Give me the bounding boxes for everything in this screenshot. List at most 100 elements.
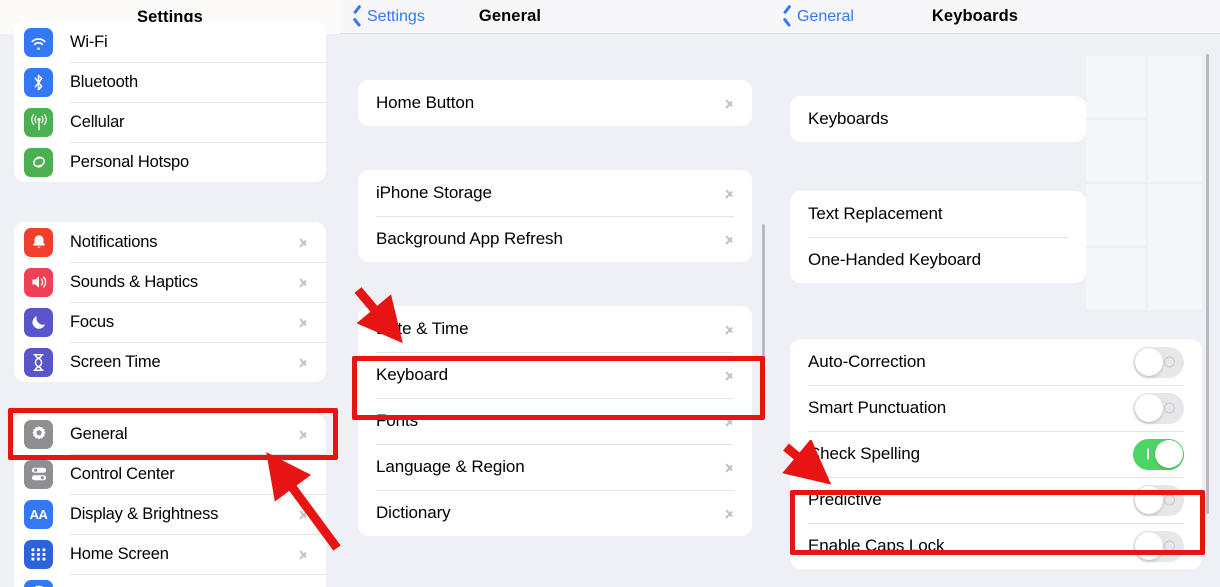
sidebar-item-display-brightness[interactable]: AA Display & Brightness bbox=[14, 494, 326, 534]
sidebar-item-personal-hotspot[interactable]: Personal Hotspo bbox=[14, 142, 326, 182]
moon-icon bbox=[24, 307, 53, 337]
general-group-3: Date & Time Keyboard Fonts Language & Re… bbox=[358, 306, 752, 536]
row-label: Keyboard bbox=[376, 365, 448, 384]
keyboards-item-enable-caps-lock[interactable]: Enable Caps Lock bbox=[790, 523, 1202, 569]
sidebar-item-screen-time[interactable]: Screen Time bbox=[14, 342, 326, 382]
control-center-icon bbox=[24, 459, 53, 489]
general-item-dictionary[interactable]: Dictionary bbox=[358, 490, 752, 536]
sidebar-item-label: Screen Time bbox=[70, 352, 161, 371]
back-to-general-button[interactable]: General bbox=[770, 8, 854, 26]
overlay-patch bbox=[1086, 248, 1146, 310]
row-label: Fonts bbox=[376, 411, 419, 430]
overlay-patch bbox=[1086, 184, 1146, 246]
keyboards-item-check-spelling[interactable]: Check Spelling bbox=[790, 431, 1202, 477]
chevron-right-icon bbox=[299, 466, 310, 483]
sidebar-item-accessibility[interactable] bbox=[14, 574, 326, 587]
keyboards-group-2: Text Replacement One-Handed Keyboard bbox=[790, 191, 1086, 283]
sidebar-item-control-center[interactable]: Control Center bbox=[14, 454, 326, 494]
hotspot-icon bbox=[24, 147, 53, 177]
check-spelling-toggle[interactable] bbox=[1133, 438, 1184, 470]
sidebar-item-sounds-haptics[interactable]: Sounds & Haptics bbox=[14, 262, 326, 302]
row-label: Home Button bbox=[376, 93, 475, 112]
keyboards-scroll-area[interactable]: Keyboards Text Replacement One-Handed Ke… bbox=[770, 34, 1220, 587]
general-title: General bbox=[478, 7, 542, 25]
keyboards-item-text-replacement[interactable]: Text Replacement bbox=[790, 191, 1086, 237]
chevron-right-icon bbox=[299, 546, 310, 563]
keyboards-item-predictive[interactable]: Predictive bbox=[790, 477, 1202, 523]
general-item-fonts[interactable]: Fonts bbox=[358, 398, 752, 444]
sidebar-item-label: Control Center bbox=[70, 464, 175, 483]
sidebar-item-home-screen[interactable]: Home Screen bbox=[14, 534, 326, 574]
general-scroll-area[interactable]: Home Button iPhone Storage Background Ap… bbox=[340, 34, 770, 587]
chevron-left-icon bbox=[352, 8, 363, 26]
hourglass-icon bbox=[24, 347, 53, 377]
general-scrollbar[interactable] bbox=[762, 224, 765, 399]
sidebar-item-bluetooth[interactable]: Bluetooth bbox=[14, 62, 326, 102]
keyboards-navbar: General Keyboards bbox=[770, 0, 1220, 34]
sidebar-item-label: Focus bbox=[70, 312, 114, 331]
row-label: Language & Region bbox=[376, 457, 525, 476]
general-navbar: Settings General bbox=[340, 0, 770, 34]
sidebar-item-label: Sounds & Haptics bbox=[70, 272, 198, 291]
general-item-keyboard[interactable]: Keyboard bbox=[358, 352, 752, 398]
row-label: One-Handed Keyboard bbox=[808, 250, 981, 269]
sidebar-item-label: Notifications bbox=[70, 232, 158, 251]
sidebar-item-focus[interactable]: Focus bbox=[14, 302, 326, 342]
predictive-toggle[interactable] bbox=[1133, 484, 1184, 516]
general-item-iphone-storage[interactable]: iPhone Storage bbox=[358, 170, 752, 216]
sidebar-group-system: General Control Center AA Display & Brig… bbox=[14, 414, 326, 587]
enable-caps-lock-toggle[interactable] bbox=[1133, 530, 1184, 562]
keyboards-item-one-handed-keyboard[interactable]: One-Handed Keyboard bbox=[790, 237, 1086, 283]
chevron-right-icon bbox=[299, 506, 310, 523]
general-group-1: Home Button bbox=[358, 80, 752, 126]
chevron-right-icon bbox=[725, 505, 736, 522]
back-to-settings-button[interactable]: Settings bbox=[340, 8, 425, 26]
sidebar-item-notifications[interactable]: Notifications bbox=[14, 222, 326, 262]
speaker-icon bbox=[24, 267, 53, 297]
wifi-icon bbox=[24, 27, 53, 57]
keyboards-title: Keyboards bbox=[931, 7, 1019, 25]
row-label: Enable Caps Lock bbox=[808, 536, 945, 555]
sidebar-item-wifi[interactable]: Wi-Fi bbox=[14, 22, 326, 62]
chevron-right-icon bbox=[299, 426, 310, 443]
sidebar-item-label: Display & Brightness bbox=[70, 504, 219, 523]
keyboards-item-auto-correction[interactable]: Auto-Correction bbox=[790, 339, 1202, 385]
keyboards-column: General Keyboards Keyboards Text Replace… bbox=[770, 0, 1220, 587]
auto-correction-toggle[interactable] bbox=[1133, 346, 1184, 378]
general-item-background-app-refresh[interactable]: Background App Refresh bbox=[358, 216, 752, 262]
keyboards-item-keyboards[interactable]: Keyboards bbox=[790, 96, 1086, 142]
row-label: Keyboards bbox=[808, 109, 889, 128]
overlay-patch bbox=[1148, 184, 1202, 310]
screenshot-root: Settings Wi-Fi Bluetooth Cellular Person… bbox=[0, 0, 1220, 587]
sidebar-item-general[interactable]: General bbox=[14, 414, 326, 454]
sidebar-item-cellular[interactable]: Cellular bbox=[14, 102, 326, 142]
chevron-left-icon bbox=[782, 8, 793, 26]
row-label: Check Spelling bbox=[808, 444, 920, 463]
general-item-date-time[interactable]: Date & Time bbox=[358, 306, 752, 352]
sidebar-item-label: General bbox=[70, 424, 128, 443]
smart-punctuation-toggle[interactable] bbox=[1133, 392, 1184, 424]
keyboards-scrollbar[interactable] bbox=[1206, 54, 1209, 514]
row-label: Date & Time bbox=[376, 319, 469, 338]
sidebar-scroll-area[interactable]: Wi-Fi Bluetooth Cellular Personal Hotspo… bbox=[0, 22, 340, 587]
overlay-patch bbox=[1086, 56, 1146, 118]
chevron-right-icon bbox=[725, 367, 736, 384]
keyboards-item-smart-punctuation[interactable]: Smart Punctuation bbox=[790, 385, 1202, 431]
sidebar-group-connectivity: Wi-Fi Bluetooth Cellular Personal Hotspo bbox=[14, 22, 326, 182]
overlay-patch bbox=[1148, 56, 1202, 182]
chevron-right-icon bbox=[725, 459, 736, 476]
display-brightness-icon: AA bbox=[24, 499, 53, 529]
sidebar-item-label: Cellular bbox=[70, 112, 125, 131]
sidebar-item-label: Bluetooth bbox=[70, 72, 138, 91]
accessibility-icon bbox=[24, 579, 53, 587]
general-item-language-region[interactable]: Language & Region bbox=[358, 444, 752, 490]
chevron-right-icon bbox=[725, 185, 736, 202]
general-item-home-button[interactable]: Home Button bbox=[358, 80, 752, 126]
chevron-right-icon bbox=[725, 95, 736, 112]
row-label: Dictionary bbox=[376, 503, 451, 522]
row-label: Predictive bbox=[808, 490, 882, 509]
sidebar-item-label: Wi-Fi bbox=[70, 32, 108, 51]
overlay-patch bbox=[1086, 120, 1146, 182]
chevron-right-icon bbox=[725, 231, 736, 248]
keyboards-group-1: Keyboards bbox=[790, 96, 1086, 142]
